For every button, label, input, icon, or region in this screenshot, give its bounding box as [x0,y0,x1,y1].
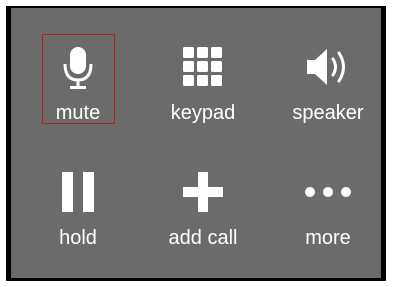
keypad-label: keypad [170,102,236,124]
speaker-icon [273,42,383,92]
keypad-icon [148,42,258,92]
speaker-label: speaker [292,102,364,124]
call-controls-panel: mute keypad speaker hold add call more [11,8,381,278]
keypad-button[interactable]: keypad [148,38,258,138]
mute-label: mute [55,102,101,124]
microphone-icon [23,42,133,92]
ellipsis-icon [273,167,383,217]
plus-icon [148,167,258,217]
hold-label: hold [59,227,97,249]
hold-button[interactable]: hold [23,163,133,263]
more-button[interactable]: more [273,163,383,263]
mute-button[interactable]: mute [23,38,133,138]
add-call-button[interactable]: add call [148,163,258,263]
add-call-label: add call [168,227,238,249]
speaker-button[interactable]: speaker [273,38,383,138]
call-screen-frame: mute keypad speaker hold add call more [6,6,386,281]
more-label: more [305,227,351,249]
pause-icon [23,167,133,217]
